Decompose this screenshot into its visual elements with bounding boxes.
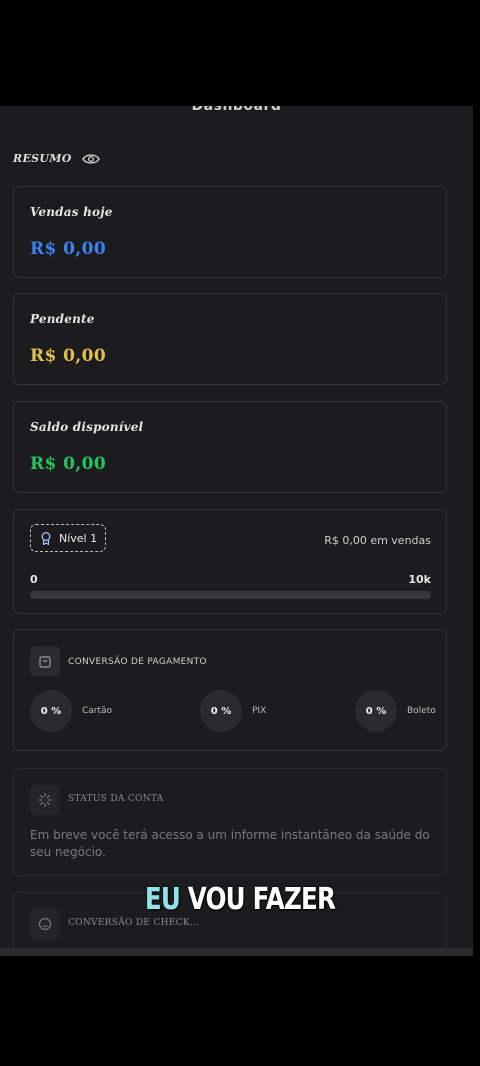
level-badge[interactable]: Nível 1 xyxy=(30,524,106,552)
card-label: Saldo disponível xyxy=(30,420,144,434)
level-sales-text: R$ 0,00 em vendas xyxy=(324,534,431,547)
card-value: R$ 0,00 xyxy=(30,346,107,366)
conversion-label: Boleto xyxy=(407,706,436,716)
account-status-card: STATUS DA CONTA Em breve você terá acess… xyxy=(13,768,447,876)
medal-icon xyxy=(41,531,51,545)
account-status-text: Em breve você terá acesso a um informe i… xyxy=(30,828,430,859)
eye-icon[interactable] xyxy=(81,153,100,165)
conversion-percent: 0 % xyxy=(30,690,72,732)
card-label: Pendente xyxy=(30,312,95,326)
conversion-label: PIX xyxy=(252,706,267,716)
level-label: Nível 1 xyxy=(59,531,98,545)
card-pending[interactable]: Pendente R$ 0,00 xyxy=(13,293,447,385)
conversion-pix-item: 0 % PIX xyxy=(200,690,266,732)
summary-label: RESUMO xyxy=(13,152,72,165)
caption-word-2: VOU FAZER xyxy=(187,882,336,917)
summary-header: RESUMO xyxy=(13,152,100,165)
level-card: Nível 1 R$ 0,00 em vendas 0 10k xyxy=(13,509,447,614)
level-progress-bar xyxy=(30,591,431,599)
video-caption: EU VOU FAZER xyxy=(43,882,437,917)
app-screen: Dashboard RESUMO Vendas hoje R$ 0,00 Pen… xyxy=(0,106,473,956)
payment-conversion-card: CONVERSÃO DE PAGAMENTO 0 % Cartão 0 % PI… xyxy=(13,629,447,751)
bag-icon xyxy=(30,646,60,676)
page-title: Dashboard xyxy=(191,106,282,114)
screen-bottom-edge xyxy=(0,948,473,956)
conversion-percent: 0 % xyxy=(355,690,397,732)
conversion-card-item: 0 % Cartão xyxy=(30,690,112,732)
progress-max-label: 10k xyxy=(408,573,431,586)
conversion-boleto-item: 0 % Boleto xyxy=(355,690,436,732)
payment-conversion-title: CONVERSÃO DE PAGAMENTO xyxy=(68,657,207,667)
conversion-label: Cartão xyxy=(82,706,113,716)
card-sales-today[interactable]: Vendas hoje R$ 0,00 xyxy=(13,186,447,278)
conversion-percent: 0 % xyxy=(200,690,242,732)
card-value: R$ 0,00 xyxy=(30,454,107,474)
card-label: Vendas hoje xyxy=(30,205,113,219)
caption-word-1: EU xyxy=(144,882,181,917)
card-value: R$ 0,00 xyxy=(30,239,107,259)
card-available-balance[interactable]: Saldo disponível R$ 0,00 xyxy=(13,401,447,493)
checkout-conversion-title: CONVERSÃO DE CHECK... xyxy=(68,918,200,928)
account-status-title: STATUS DA CONTA xyxy=(68,794,164,804)
loading-icon xyxy=(30,785,60,815)
progress-min-label: 0 xyxy=(30,573,38,586)
